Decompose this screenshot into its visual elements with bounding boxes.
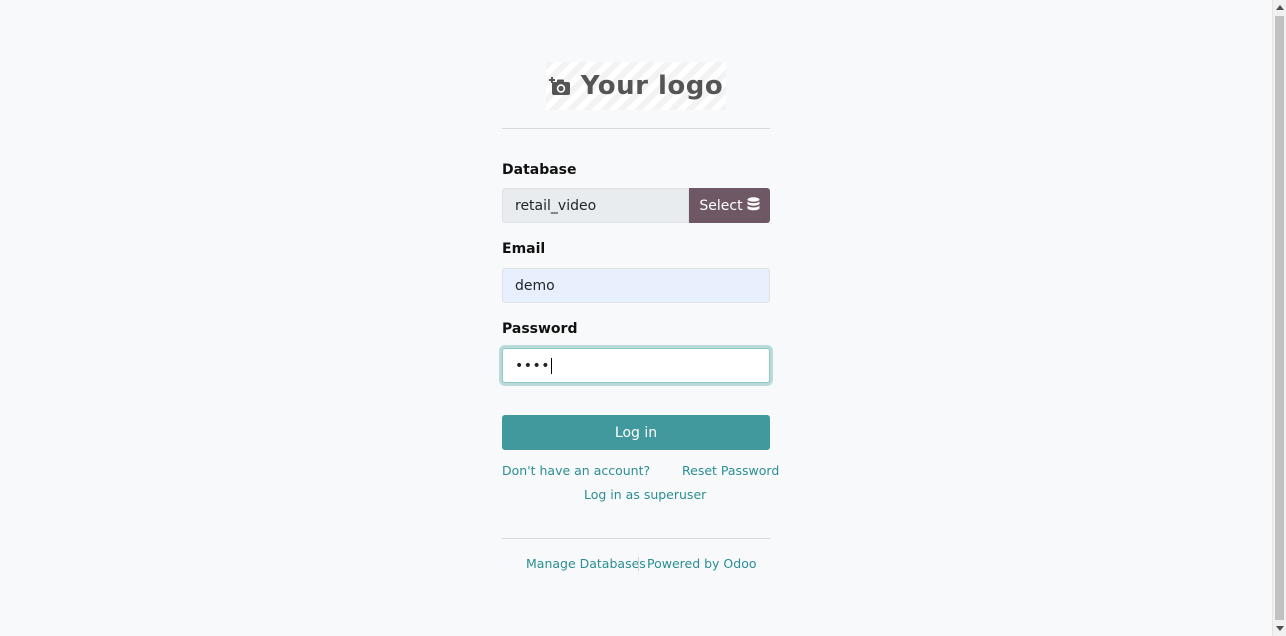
signup-link[interactable]: Don't have an account? (502, 463, 650, 478)
reset-password-link[interactable]: Reset Password (682, 463, 779, 478)
select-database-button[interactable]: Select (689, 188, 770, 223)
powered-by-link[interactable]: Powered by Odoo (647, 556, 757, 571)
camera-plus-icon (548, 75, 571, 97)
superuser-login-link[interactable]: Log in as superuser (584, 487, 706, 502)
email-value: demo (515, 277, 555, 294)
scroll-up-icon[interactable] (1276, 5, 1284, 10)
scroll-thumb[interactable] (1275, 16, 1284, 620)
scroll-down-icon[interactable] (1276, 626, 1284, 631)
manage-databases-link[interactable]: Manage Databases (526, 556, 646, 571)
logo-text: Your logo (580, 71, 724, 101)
footer-separator (638, 557, 639, 571)
database-value: retail_video (515, 197, 597, 214)
email-label: Email (502, 241, 546, 257)
password-value: •••• (515, 357, 551, 374)
logo: Your logo (546, 62, 726, 110)
scrollbar[interactable] (1272, 0, 1286, 636)
footer-divider (502, 538, 770, 539)
database-label: Database (502, 162, 577, 178)
password-label: Password (502, 321, 578, 337)
text-caret (551, 357, 553, 374)
divider (502, 128, 770, 129)
password-field[interactable]: •••• (502, 348, 770, 383)
email-field[interactable]: demo (502, 268, 770, 303)
database-field: retail_video (502, 188, 689, 223)
database-icon (747, 196, 760, 215)
login-button[interactable]: Log in (502, 415, 770, 450)
select-label: Select (699, 197, 743, 214)
